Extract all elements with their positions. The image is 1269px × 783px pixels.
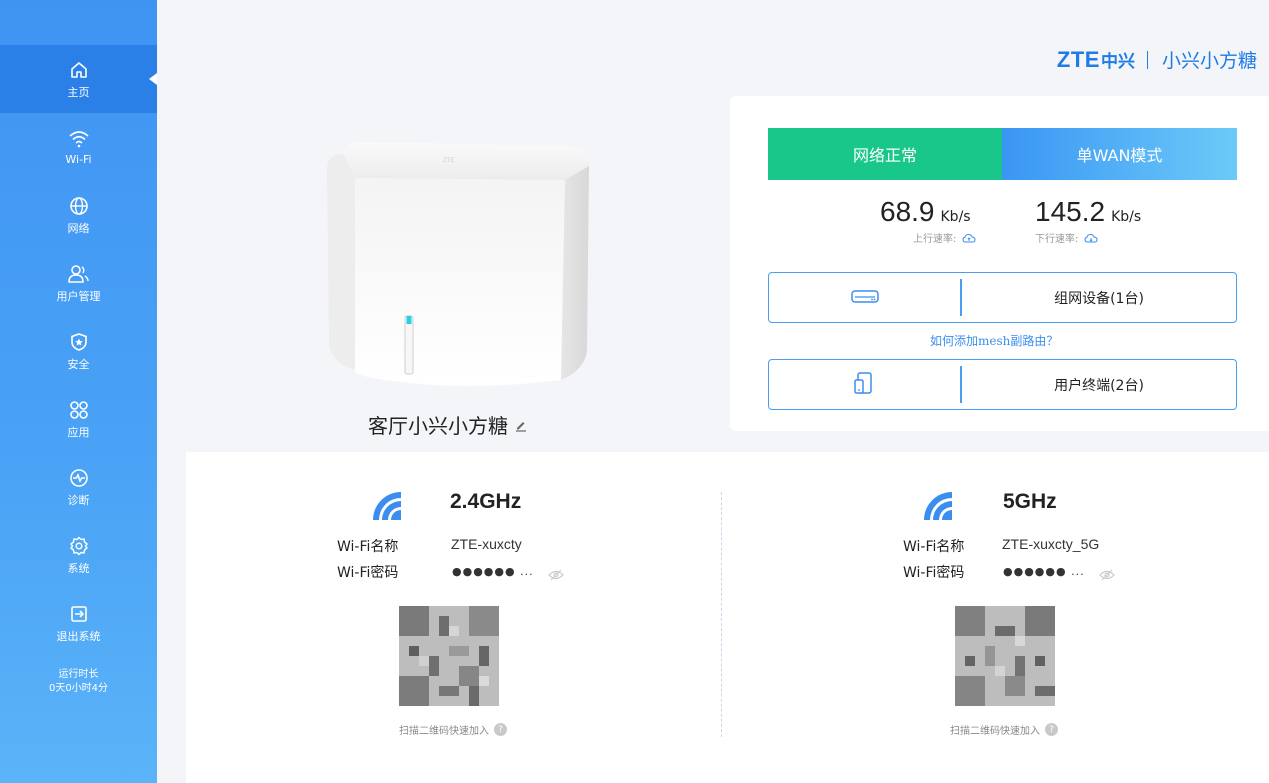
wifi-name-value: ZTE-xuxcty [451, 536, 522, 552]
edit-icon[interactable] [514, 418, 528, 432]
wifi-password-value: ●●●●●● ... [1003, 565, 1085, 578]
runtime: 运行时长 0天0小时4分 [0, 668, 157, 696]
device-image: ZTE [325, 140, 591, 392]
upload-value: 68.9 [880, 196, 935, 227]
router-icon [850, 288, 879, 308]
wifi-signal-icon [369, 488, 403, 522]
mesh-devices-label: 组网设备(1台) [1054, 290, 1144, 307]
logout-icon [68, 603, 90, 625]
wifi-panel: 2.4GHz Wi-Fi名称 ZTE-xuxcty Wi-Fi密码 ●●●●●●… [186, 452, 1269, 783]
sidebar-item-diagnosis[interactable]: 诊断 [0, 453, 157, 521]
sidebar-item-label: 诊断 [67, 493, 90, 507]
upload-unit: Kb/s [940, 209, 971, 225]
qr-hint-text: 扫描二维码快速加入 [950, 726, 1040, 737]
home-icon [68, 59, 90, 81]
sidebar-item-label: Wi-Fi [65, 153, 92, 166]
device-name: 客厅小兴小方糖 [368, 410, 528, 439]
qr-code [399, 606, 499, 706]
sidebar-item-logout[interactable]: 退出系统 [0, 589, 157, 657]
wifi-password-value: ●●●●●● ... [452, 565, 534, 578]
brand-product: 小兴小方糖 [1161, 50, 1257, 72]
wifi-password-label: Wi-Fi密码 [337, 565, 399, 581]
sidebar-item-home[interactable]: 主页 [0, 45, 157, 113]
wifi-signal-icon [920, 488, 954, 522]
user-terminals-button[interactable]: 用户终端(2台) [768, 359, 1237, 410]
sidebar-item-network[interactable]: 网络 [0, 181, 157, 249]
users-icon [67, 263, 90, 285]
wifi-icon [68, 128, 90, 150]
runtime-label: 运行时长 [58, 669, 99, 680]
user-terminals-label: 用户终端(2台) [1054, 377, 1144, 394]
download-speed: 145.2 Kb/s 下行速率: [1035, 196, 1142, 245]
sidebar-item-label: 系统 [67, 561, 90, 575]
brand-logo: ZTE 中兴 小兴小方糖 [1057, 46, 1257, 73]
band-title: 2.4GHz [450, 490, 522, 513]
help-icon[interactable]: ? [1045, 723, 1058, 736]
sidebar: 主页 Wi-Fi 网络 用户管理 安全 应用 诊断 系统 退出系统 运行时长 0… [0, 0, 157, 783]
upload-label: 上行速率: [913, 234, 957, 245]
eye-hidden-icon[interactable] [548, 566, 564, 581]
sidebar-item-label: 安全 [67, 357, 90, 371]
divider [721, 492, 722, 737]
upload-cloud-icon [962, 233, 976, 243]
sidebar-item-label: 主页 [67, 85, 90, 99]
brand-zhong: 中兴 [1100, 52, 1135, 72]
status-card: 网络正常 单WAN模式 68.9 Kb/s 上行速率: 145.2 Kb/s 下行速… [730, 96, 1269, 431]
wifi-password-label: Wi-Fi密码 [903, 565, 965, 581]
download-label: 下行速率: [1035, 234, 1079, 245]
mesh-help-link[interactable]: 如何添加mesh副路由？ [930, 332, 1058, 349]
sidebar-item-security[interactable]: 安全 [0, 317, 157, 385]
sidebar-item-label: 用户管理 [56, 289, 101, 303]
gear-icon [68, 535, 90, 557]
wifi-name-value: ZTE-xuxcty_5G [1002, 536, 1100, 552]
network-status: 网络正常 [768, 128, 1002, 180]
svg-text:ZTE: ZTE [443, 158, 454, 164]
brand-separator [1146, 50, 1148, 69]
download-unit: Kb/s [1111, 209, 1142, 225]
download-cloud-icon [1084, 233, 1098, 243]
mesh-devices-button[interactable]: 组网设备(1台) [768, 272, 1237, 323]
globe-icon [68, 195, 90, 217]
diagnosis-icon [68, 467, 90, 489]
sidebar-item-label: 网络 [67, 221, 90, 235]
sidebar-item-label: 应用 [67, 425, 90, 439]
qr-hint: 扫描二维码快速加入 ? [950, 722, 1058, 737]
qr-code [955, 606, 1055, 706]
status-bar: 网络正常 单WAN模式 [768, 128, 1237, 180]
help-icon[interactable]: ? [494, 723, 507, 736]
sidebar-item-system[interactable]: 系统 [0, 521, 157, 589]
sidebar-item-label: 退出系统 [56, 629, 101, 643]
sidebar-item-users[interactable]: 用户管理 [0, 249, 157, 317]
wan-mode: 单WAN模式 [1002, 128, 1237, 180]
wifi-name-label: Wi-Fi名称 [903, 539, 965, 555]
qr-hint: 扫描二维码快速加入 ? [399, 722, 507, 737]
shield-icon [68, 331, 90, 353]
sidebar-item-wifi[interactable]: Wi-Fi [0, 113, 157, 181]
apps-icon [68, 399, 90, 421]
upload-speed: 68.9 Kb/s 上行速率: [880, 196, 976, 245]
band-title: 5GHz [1003, 490, 1057, 513]
device-name-text: 客厅小兴小方糖 [368, 414, 508, 438]
active-indicator [149, 73, 157, 85]
runtime-value: 0天0小时4分 [48, 683, 109, 694]
brand-zte: ZTE [1056, 46, 1100, 72]
qr-hint-text: 扫描二维码快速加入 [399, 726, 489, 737]
download-value: 145.2 [1035, 196, 1106, 227]
sidebar-item-apps[interactable]: 应用 [0, 385, 157, 453]
devices-icon [853, 371, 877, 399]
wifi-name-label: Wi-Fi名称 [337, 539, 399, 555]
eye-hidden-icon[interactable] [1099, 566, 1115, 581]
